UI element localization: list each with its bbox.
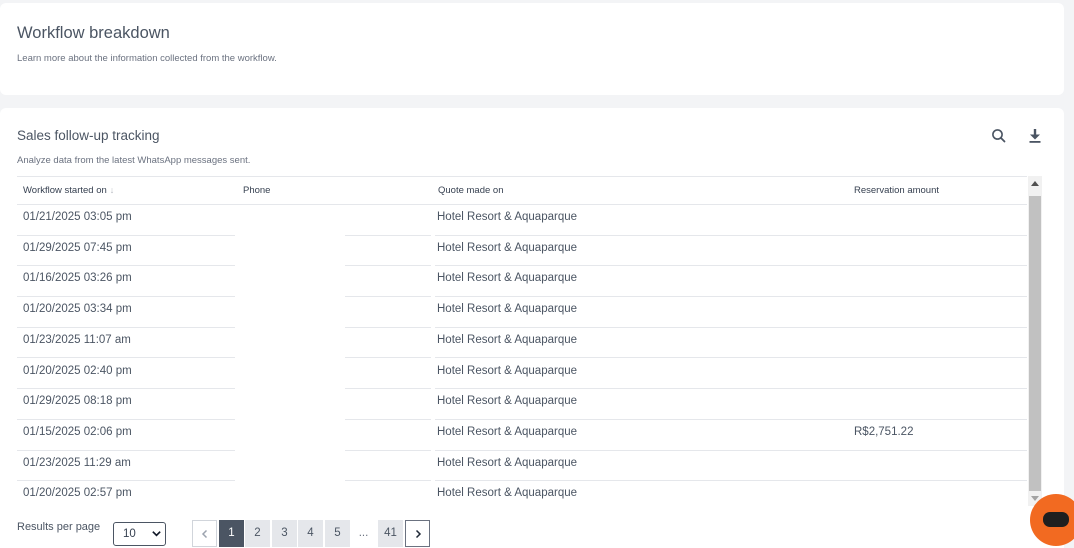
cell-started: 01/20/2025 02:40 pm bbox=[23, 364, 132, 377]
table-row[interactable]: 01/29/2025 08:18 pm Hotel Resort & Aquapa… bbox=[17, 389, 1027, 420]
cell-quote: Hotel Resort & Aquaparque bbox=[437, 487, 578, 500]
page-button-3[interactable]: 3 bbox=[272, 520, 297, 547]
table-row[interactable]: 01/16/2025 03:26 pm Hotel Resort & Aquapa… bbox=[17, 266, 1027, 298]
cell-quote: Hotel Resort & Aquaparque bbox=[437, 272, 578, 285]
download-icon bbox=[1029, 129, 1041, 143]
page-ellipsis: ... bbox=[351, 520, 376, 547]
report-title: Sales follow-up tracking bbox=[17, 128, 160, 143]
results-per-page-select[interactable]: 10 bbox=[113, 522, 166, 546]
cell-quote: Hotel Resort & Aquaparque bbox=[437, 425, 578, 438]
table-row[interactable]: 01/20/2025 02:40 pm Hotel Resort & Aquapa… bbox=[17, 359, 1027, 390]
results-per-page-label: Results per page bbox=[17, 521, 101, 533]
cell-quote: Hotel Resort & Aquaparque bbox=[437, 241, 578, 254]
cell-started: 01/23/2025 11:29 am bbox=[23, 456, 131, 469]
scrollbar-thumb[interactable] bbox=[1029, 196, 1041, 491]
table-header: Workflow started on ↓ Phone Quote made on… bbox=[17, 177, 1027, 205]
cell-started: 01/15/2025 02:06 pm bbox=[23, 425, 132, 438]
cell-quote: Hotel Resort & Aquaparque bbox=[437, 456, 578, 469]
chevron-down-icon bbox=[152, 531, 161, 537]
cell-quote: Hotel Resort & Aquaparque bbox=[437, 333, 578, 346]
page-title: Workflow breakdown bbox=[17, 24, 170, 42]
table-row[interactable]: 01/21/2025 03:05 pm Hotel Resort & Aquapa… bbox=[17, 205, 1027, 236]
column-header-quote[interactable]: Quote made on bbox=[438, 185, 504, 196]
chevron-right-icon bbox=[415, 529, 421, 539]
chevron-left-icon bbox=[201, 529, 207, 539]
chat-button[interactable] bbox=[1030, 494, 1074, 546]
scroll-up-arrow-icon[interactable] bbox=[1031, 181, 1039, 186]
cell-quote: Hotel Resort & Aquaparque bbox=[437, 364, 578, 377]
cell-started: 01/16/2025 03:26 pm bbox=[23, 272, 132, 285]
page-button-last[interactable]: 41 bbox=[378, 520, 403, 547]
table-row[interactable]: 01/23/2025 11:29 am Hotel Resort & Aquapa… bbox=[17, 451, 1027, 482]
table-row[interactable]: 01/29/2025 07:45 pm Hotel Resort & Aquapa… bbox=[17, 236, 1027, 267]
cell-started: 01/23/2025 11:07 am bbox=[23, 333, 131, 346]
cell-started: 01/20/2025 03:34 pm bbox=[23, 303, 132, 316]
table-row[interactable]: 01/15/2025 02:06 pm Hotel Resort & Aquapa… bbox=[17, 420, 1027, 451]
column-header-started[interactable]: Workflow started on ↓ bbox=[23, 185, 114, 196]
page-subtitle: Learn more about the information collect… bbox=[17, 53, 277, 64]
tracking-table: Workflow started on ↓ Phone Quote made on… bbox=[17, 176, 1027, 508]
table-scrollbar[interactable] bbox=[1028, 176, 1042, 506]
cell-quote: Hotel Resort & Aquaparque bbox=[437, 211, 578, 223]
column-header-amount[interactable]: Reservation amount bbox=[854, 185, 939, 196]
workflow-breakdown-card: Workflow breakdown Learn more about the … bbox=[0, 3, 1064, 95]
cell-amount: R$2,751.22 bbox=[854, 425, 914, 438]
cell-started: 01/29/2025 08:18 pm bbox=[23, 395, 132, 408]
download-button[interactable] bbox=[1025, 126, 1045, 146]
report-subtitle: Analyze data from the latest WhatsApp me… bbox=[17, 155, 251, 166]
page-button-2[interactable]: 2 bbox=[245, 520, 270, 547]
table-row[interactable]: 01/23/2025 11:07 am Hotel Resort & Aquapa… bbox=[17, 328, 1027, 359]
page-button-5[interactable]: 5 bbox=[325, 520, 350, 547]
cell-started: 01/29/2025 07:45 pm bbox=[23, 241, 132, 254]
page-button-1[interactable]: 1 bbox=[219, 520, 244, 547]
table-row[interactable]: 01/20/2025 02:57 pm Hotel Resort & Aquapa… bbox=[17, 481, 1027, 512]
cell-started: 01/20/2025 02:57 pm bbox=[23, 487, 132, 500]
sort-arrow-icon: ↓ bbox=[109, 185, 115, 195]
table-row[interactable]: 01/20/2025 03:34 pm Hotel Resort & Aquapa… bbox=[17, 297, 1027, 328]
search-icon bbox=[992, 129, 1006, 143]
prev-page-button[interactable] bbox=[192, 520, 217, 547]
sales-tracking-card: Sales follow-up tracking Analyze data fr… bbox=[0, 108, 1064, 548]
search-button[interactable] bbox=[989, 126, 1009, 146]
chat-icon bbox=[1043, 512, 1069, 527]
cell-quote: Hotel Resort & Aquaparque bbox=[437, 395, 578, 408]
cell-quote: Hotel Resort & Aquaparque bbox=[437, 303, 578, 316]
page-button-4[interactable]: 4 bbox=[298, 520, 323, 547]
results-per-page-value: 10 bbox=[123, 528, 136, 540]
column-header-phone[interactable]: Phone bbox=[243, 185, 270, 196]
next-page-button[interactable] bbox=[405, 520, 430, 547]
cell-started: 01/21/2025 03:05 pm bbox=[23, 211, 132, 223]
